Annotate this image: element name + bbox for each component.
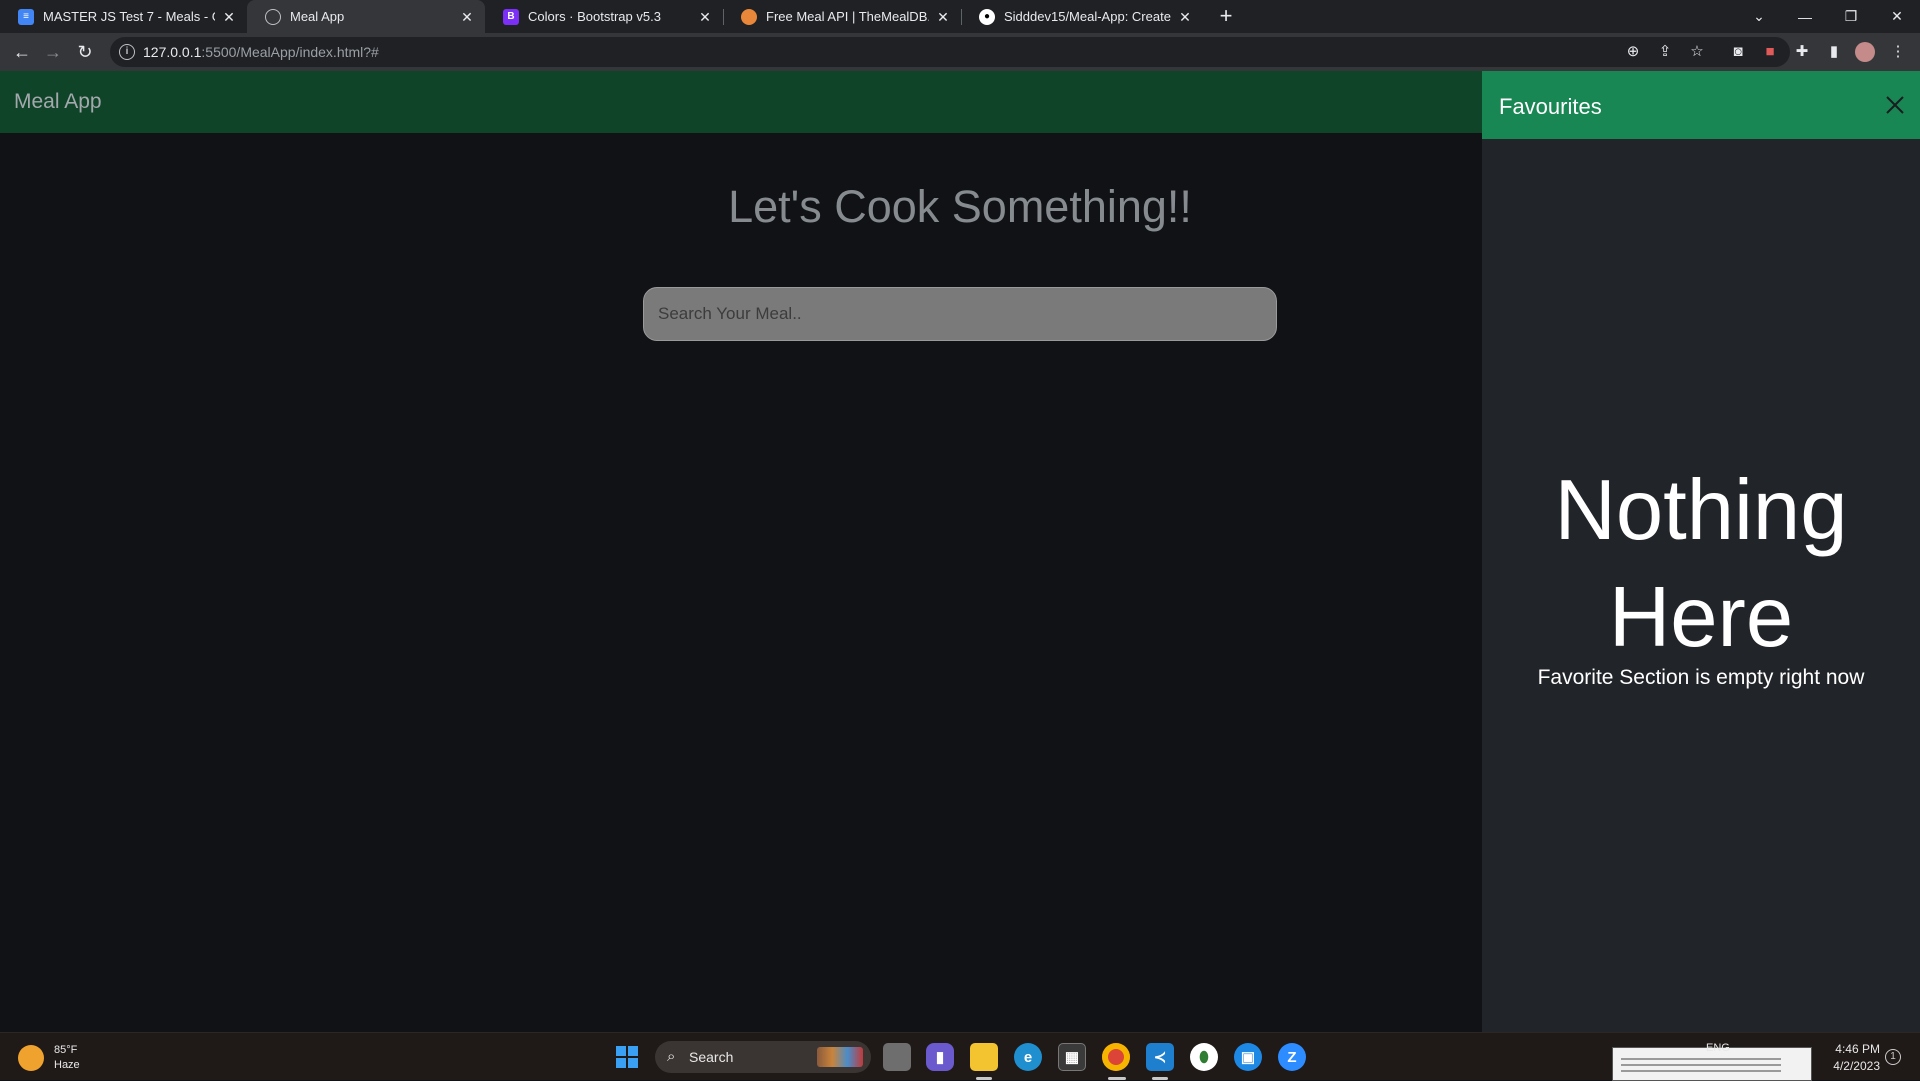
tab-title: MASTER JS Test 7 - Meals - Goog [43,9,215,24]
clock[interactable]: 4:46 PM 4/2/2023 [1826,1041,1880,1075]
close-window-button[interactable]: ✕ [1874,0,1920,33]
empty-state-subtitle: Favorite Section is empty right now [1537,666,1865,689]
tab-title: Free Meal API | TheMealDB.com [766,9,929,24]
weather-widget[interactable]: 85°F Haze [18,1043,80,1073]
browser-toolbar: ← → ↻ i 127.0.0.1:5500/MealApp/index.htm… [0,33,1920,71]
url-path: :5500/MealApp/index.html?# [201,44,379,60]
language-indicator[interactable]: ENG [1706,1042,1730,1054]
taskbar-search-label: Search [689,1049,734,1065]
menu-kebab-icon[interactable]: ⋮ [1888,42,1908,62]
bookmark-star-icon[interactable]: ☆ [1687,42,1707,62]
zoom-app-icon[interactable]: Z [1278,1043,1306,1071]
offcanvas-header: Favourites [1482,71,1920,139]
file-explorer-icon[interactable] [970,1043,998,1071]
browser-tab-strip: ≡ MASTER JS Test 7 - Meals - Goog ✕ Meal… [0,0,1920,33]
tab-mealdb[interactable]: Free Meal API | TheMealDB.com ✕ [723,0,961,33]
bootstrap-icon: B [503,8,519,25]
github-icon: ● [979,8,995,25]
tab-close-icon[interactable]: ✕ [697,9,713,25]
clock-time: 4:46 PM [1835,1042,1880,1056]
mealdb-icon [741,8,757,25]
side-panel-icon[interactable]: ▮ [1824,42,1844,62]
empty-title-line: Here [1608,570,1794,665]
tab-close-icon[interactable]: ✕ [1177,9,1193,25]
tab-title: Meal App [290,9,345,24]
new-tab-button[interactable]: + [1214,5,1238,29]
meal-search-input[interactable] [643,287,1277,341]
tab-bootstrap[interactable]: B Colors · Bootstrap v5.3 ✕ [485,0,723,33]
windows-start-icon[interactable] [616,1046,638,1068]
taskbar-search[interactable]: ⌕ Search [655,1041,871,1073]
tab-close-icon[interactable]: ✕ [221,9,237,25]
windows-taskbar: 85°F Haze ⌕ Search ▮ e ▦ ≺ ⬮ ▣ Z ENG 4:4… [0,1032,1920,1081]
chrome-icon[interactable] [1102,1043,1130,1071]
close-icon[interactable] [1880,90,1910,120]
vscode-icon[interactable]: ≺ [1146,1043,1174,1071]
navbar-brand[interactable]: Meal App [14,90,102,114]
tab-docs[interactable]: ≡ MASTER JS Test 7 - Meals - Goog ✕ [0,0,247,33]
docs-icon: ≡ [18,8,34,25]
tab-github[interactable]: ● Sidddev15/Meal-App: Created th ✕ [961,0,1203,33]
empty-title-line: Nothing [1554,463,1848,558]
teams-chat-icon[interactable]: ▮ [926,1043,954,1071]
search-highlight-art [817,1047,863,1067]
mongodb-icon[interactable]: ⬮ [1190,1043,1218,1071]
screenshot-extension-icon[interactable]: ◙ [1728,42,1748,62]
edge-icon[interactable]: e [1014,1043,1042,1071]
task-view-icon[interactable] [883,1043,911,1071]
extensions-puzzle-icon[interactable]: ✚ [1792,42,1812,62]
empty-state-title: Nothing Here [1482,457,1920,671]
profile-avatar[interactable] [1855,42,1875,62]
haze-sun-icon [18,1045,44,1071]
weather-text: 85°F Haze [54,1043,80,1073]
tab-title: Colors · Bootstrap v5.3 [528,9,661,24]
favourites-offcanvas: Favourites Nothing Here Favorite Section… [1482,71,1920,1032]
extension-badge-icon[interactable]: ■ [1760,42,1780,62]
offcanvas-title: Favourites [1499,94,1602,119]
restore-button[interactable]: ❐ [1828,0,1874,33]
search-icon: ⌕ [667,1048,676,1065]
tab-search-chevron-icon[interactable]: ⌄ [1736,0,1782,33]
back-button[interactable]: ← [10,40,34,64]
meal-app-page: Meal App Let's Cook Something!! [0,71,1482,1032]
app-navbar: Meal App [0,71,1482,133]
site-info-icon[interactable]: i [119,44,135,60]
weather-temp: 85°F [54,1044,78,1056]
tab-meal-app[interactable]: Meal App ✕ [247,0,485,33]
globe-icon [265,8,281,25]
store-icon[interactable]: ▦ [1058,1043,1086,1071]
notification-badge[interactable]: 1 [1885,1049,1901,1065]
address-url: 127.0.0.1:5500/MealApp/index.html?# [143,44,379,60]
zoom-icon[interactable]: ⊕ [1623,42,1643,62]
tab-close-icon[interactable]: ✕ [459,9,475,25]
url-host: 127.0.0.1 [143,44,202,60]
share-icon[interactable]: ⇪ [1655,42,1675,62]
clock-date: 4/2/2023 [1833,1059,1880,1073]
reload-button[interactable]: ↻ [73,40,97,64]
address-bar[interactable]: i 127.0.0.1:5500/MealApp/index.html?# ⊕ … [110,37,1790,67]
app-icon[interactable]: ▣ [1234,1043,1262,1071]
tab-title: Sidddev15/Meal-App: Created th [1004,9,1171,24]
tab-close-icon[interactable]: ✕ [935,9,951,25]
minimize-button[interactable]: — [1782,0,1828,33]
weather-desc: Haze [54,1059,80,1071]
forward-button[interactable]: → [41,40,65,64]
